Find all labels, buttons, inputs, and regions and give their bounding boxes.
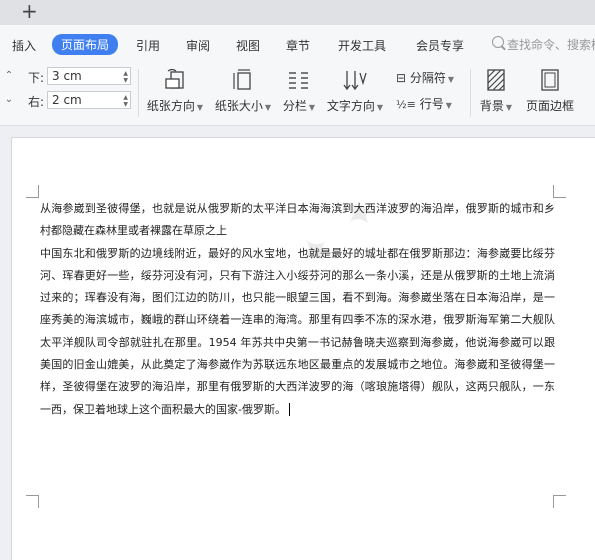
separator-button[interactable]: ⊟ 分隔符 ▼: [396, 69, 454, 86]
menu-view[interactable]: 视图: [236, 37, 260, 54]
menu-page-layout[interactable]: 页面布局: [52, 34, 119, 55]
spin-down-icon[interactable]: ▼: [123, 77, 128, 84]
paper-orientation-button[interactable]: 纸张方向 ▼: [144, 67, 206, 114]
chevron-down-icon[interactable]: ⌄: [0, 94, 18, 105]
menu-section[interactable]: 章节: [286, 37, 310, 54]
right-margin-input[interactable]: 2 cm ▲ ▼: [47, 91, 131, 109]
background-button[interactable]: 背景 ▼: [476, 67, 516, 114]
spin-down-icon[interactable]: ▼: [123, 101, 128, 108]
right-margin-label: 右:: [28, 95, 45, 109]
paragraph[interactable]: 从海参崴到圣彼得堡，也就是说从俄罗斯的太平洋日本海海滨到大西洋波罗的海沿岸，俄罗…: [40, 198, 555, 243]
paper-orientation-icon: [165, 68, 184, 89]
command-search-input[interactable]: 查找命令、搜索模: [507, 36, 595, 53]
menu-member[interactable]: 会员专享: [416, 37, 464, 54]
new-tab-button[interactable]: +: [21, 0, 38, 22]
ribbon-divider: [138, 69, 139, 117]
ribbon-divider: [470, 69, 471, 117]
margin-corner-mark: [26, 185, 39, 198]
margin-corner-mark: [553, 185, 566, 198]
margin-corner-mark: [553, 495, 566, 508]
spin-up-icon[interactable]: ▲: [123, 70, 128, 77]
document-body[interactable]: 从海参崴到圣彼得堡，也就是说从俄罗斯的太平洋日本海海滨到大西洋波罗的海沿岸，俄罗…: [40, 198, 555, 421]
columns-icon: [289, 72, 308, 89]
spin-up-icon[interactable]: ▲: [123, 94, 128, 101]
menu-bar: 插入 页面布局 引用 审阅 视图 章节 开发工具 会员专享 查找命令、搜索模: [0, 25, 595, 63]
line-numbers-button[interactable]: ½≡ 行号 ▼: [396, 95, 452, 112]
columns-button[interactable]: 分栏 ▼: [280, 67, 318, 114]
page-layout-ribbon: ⌃ ⌄ 下: 3 cm ▲ ▼ 右: 2 cm ▲ ▼ 纸张方向 ▼ 纸张大小 ▼: [0, 63, 595, 185]
page-border-button[interactable]: 页面边框: [524, 67, 576, 114]
paper-size-icon: [233, 69, 251, 90]
tab-strip: +: [0, 0, 595, 25]
bottom-margin-input[interactable]: 3 cm ▲ ▼: [47, 67, 131, 85]
menu-references[interactable]: 引用: [136, 37, 160, 54]
menu-developer[interactable]: 开发工具: [338, 37, 386, 54]
document-page[interactable]: ✦ ✦ 从海参崴到圣彼得堡，也就是说从俄罗斯的太平洋日本海海滨到大西洋波罗的海沿…: [11, 137, 595, 560]
text-direction-icon: [343, 71, 367, 91]
paper-size-button[interactable]: 纸张大小 ▼: [212, 67, 274, 114]
search-icon[interactable]: [492, 36, 504, 48]
bottom-margin-label: 下:: [28, 71, 45, 85]
separator-icon: ⊟: [396, 71, 407, 85]
text-cursor: [288, 403, 291, 417]
paragraph[interactable]: 中国东北和俄罗斯的边境线附近，最好的风水宝地，也就是最好的城址都在俄罗斯那边：海…: [40, 243, 555, 421]
page-border-icon: [541, 69, 559, 91]
text-direction-button[interactable]: 文字方向 ▼: [324, 67, 386, 114]
background-icon: [487, 69, 505, 91]
line-numbers-icon: ½≡: [396, 98, 416, 111]
margin-corner-mark: [26, 495, 39, 508]
menu-insert[interactable]: 插入: [12, 37, 36, 54]
menu-review[interactable]: 审阅: [186, 37, 210, 54]
chevron-up-icon[interactable]: ⌃: [0, 70, 18, 81]
